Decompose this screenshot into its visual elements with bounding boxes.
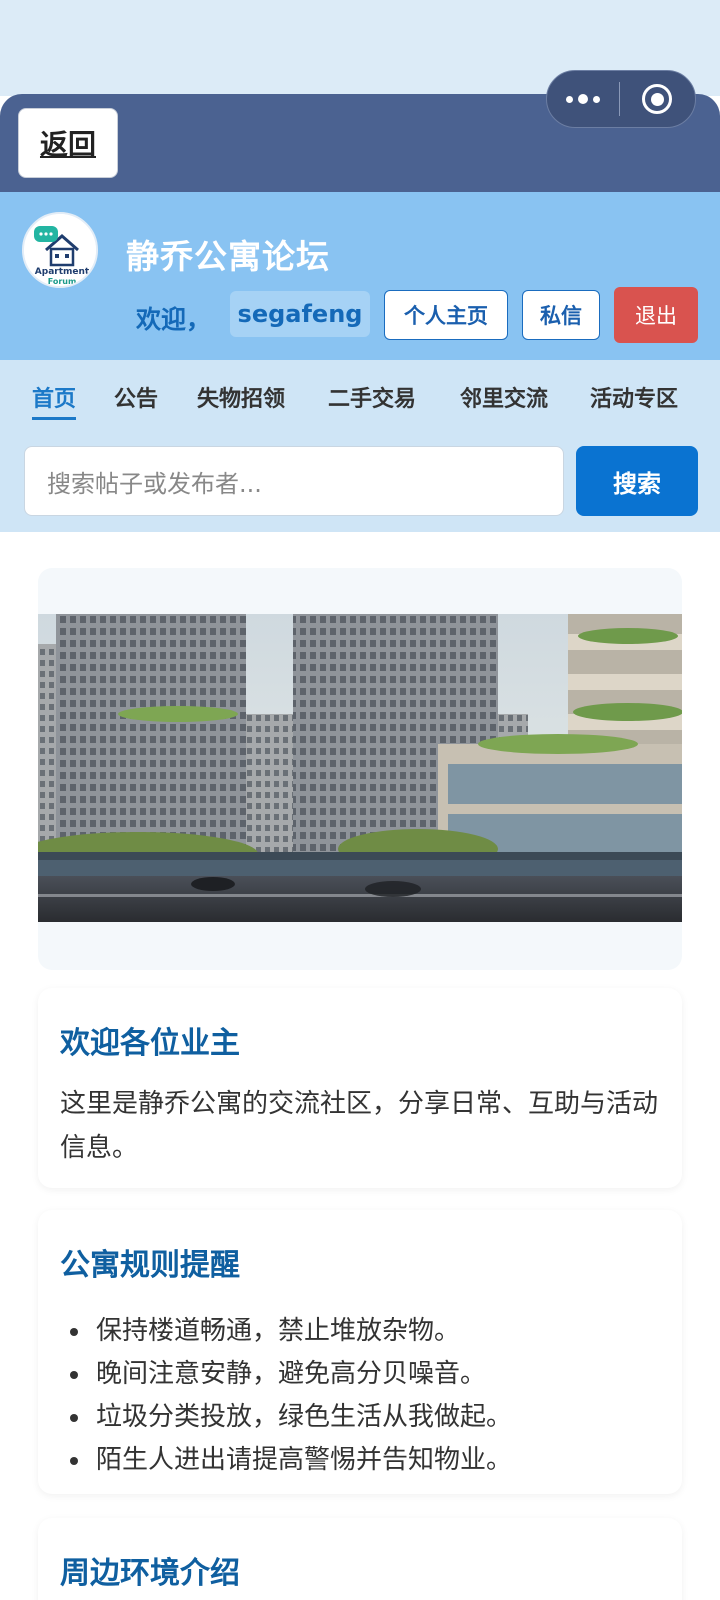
forum-logo: Apartment Forum: [22, 212, 98, 288]
rule-item: 晚间注意安静，避免高分贝噪音。: [92, 1353, 512, 1396]
nav-item-home[interactable]: 首页: [32, 381, 77, 420]
logo-text-forum: Forum: [48, 277, 77, 286]
more-options-icon[interactable]: [547, 94, 619, 104]
search-input[interactable]: 搜索帖子或发布者...: [24, 446, 564, 516]
welcome-card-title: 欢迎各位业主: [60, 1026, 240, 1061]
rule-item: 垃圾分类投放，绿色生活从我做起。: [92, 1396, 512, 1439]
rules-list: 保持楼道畅通，禁止堆放杂物。 晚间注意安静，避免高分贝噪音。 垃圾分类投放，绿色…: [92, 1310, 512, 1482]
site-title: 静乔公寓论坛: [126, 237, 330, 276]
nav-item-announcements[interactable]: 公告: [114, 381, 158, 413]
logout-button[interactable]: 退出: [614, 287, 698, 343]
rules-card: 公寓规则提醒 保持楼道畅通，禁止堆放杂物。 晚间注意安静，避免高分贝噪音。 垃圾…: [38, 1210, 682, 1494]
back-button[interactable]: 返回: [18, 108, 118, 178]
mini-program-capsule[interactable]: [546, 70, 696, 128]
username-badge[interactable]: segafeng: [230, 291, 370, 337]
nav-item-events[interactable]: 活动专区: [590, 381, 678, 413]
welcome-card: 欢迎各位业主 这里是静乔公寓的交流社区，分享日常、互助与活动信息。: [38, 988, 682, 1188]
nav-item-lost-found[interactable]: 失物招领: [197, 381, 285, 413]
apartment-banner-image: [38, 614, 682, 922]
logo-text-apartment: Apartment: [35, 267, 90, 277]
nav-item-second-hand[interactable]: 二手交易: [328, 381, 416, 413]
search-button[interactable]: 搜索: [576, 446, 698, 516]
welcome-card-body: 这里是静乔公寓的交流社区，分享日常、互助与活动信息。: [60, 1089, 659, 1163]
profile-button[interactable]: 个人主页: [384, 290, 508, 340]
environment-card: 周边环境介绍: [38, 1518, 682, 1600]
rule-item: 保持楼道畅通，禁止堆放杂物。: [92, 1310, 512, 1353]
rule-item: 陌生人进出请提高警惕并告知物业。: [92, 1439, 512, 1482]
welcome-text: 欢迎，: [136, 305, 212, 334]
environment-card-title: 周边环境介绍: [60, 1556, 240, 1591]
rules-card-title: 公寓规则提醒: [60, 1248, 240, 1283]
nav-item-neighbors[interactable]: 邻里交流: [460, 381, 548, 413]
close-miniprogram-icon[interactable]: [620, 84, 695, 114]
messages-button[interactable]: 私信: [522, 290, 600, 340]
